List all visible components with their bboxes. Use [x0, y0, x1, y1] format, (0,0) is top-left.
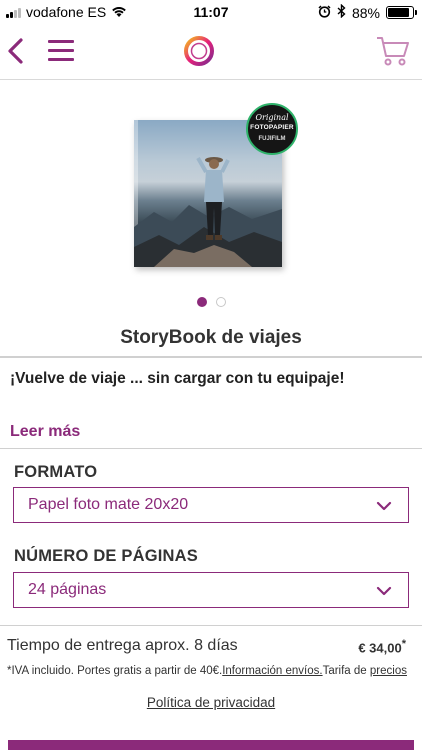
rate-text: Tarifa de	[322, 665, 370, 677]
pages-label: NÚMERO DE PÁGINAS	[14, 547, 198, 565]
chevron-left-icon[interactable]	[4, 36, 28, 66]
status-bar: vodafone ES 11:07 88%	[0, 0, 422, 24]
alarm-icon	[318, 4, 331, 21]
hamburger-menu-icon[interactable]	[48, 40, 74, 62]
chevron-down-icon	[376, 584, 392, 596]
prices-link[interactable]: precios	[370, 665, 407, 677]
badge-line-3: FUJIFILM	[258, 136, 286, 142]
badge-line-2: FOTOPAPIER	[250, 124, 294, 131]
badge-line-1: Original	[255, 113, 289, 122]
price-footnote-mark: *	[401, 638, 406, 650]
product-tagline: ¡Vuelve de viaje ... sin cargar con tu e…	[10, 370, 345, 387]
vat-note: *IVA incluido. Portes gratis a partir de…	[7, 665, 407, 677]
delivery-time: Tiempo de entrega aprox. 8 días	[7, 637, 238, 654]
brand-logo-icon[interactable]	[183, 35, 215, 67]
divider	[0, 625, 422, 626]
hiker-figure	[196, 157, 230, 240]
add-to-cart-button[interactable]	[8, 740, 414, 750]
vat-text: *IVA incluido. Portes gratis a partir de…	[7, 665, 223, 677]
product-title: StoryBook de viajes	[120, 327, 302, 348]
read-more-link[interactable]: Leer más	[10, 423, 80, 441]
bluetooth-icon	[337, 3, 346, 21]
divider	[0, 448, 422, 449]
format-select-value: Papel foto mate 20x20	[28, 496, 189, 513]
battery-icon	[386, 6, 417, 19]
carousel-dots	[0, 297, 422, 307]
divider	[0, 356, 422, 358]
navigation-bar	[0, 24, 422, 80]
pages-select-value: 24 páginas	[28, 581, 107, 598]
carousel-dot-1[interactable]	[196, 297, 207, 307]
shipping-info-link[interactable]: Información envíos.	[222, 665, 322, 677]
price: € 34,00*	[358, 638, 406, 655]
format-label: FORMATO	[14, 463, 98, 481]
product-image-carousel[interactable]: Original FOTOPAPIER FUJIFILM	[134, 103, 298, 267]
battery-percent: 88%	[351, 4, 380, 21]
status-right: 88%	[318, 3, 417, 21]
fujifilm-original-badge: Original FOTOPAPIER FUJIFILM	[246, 103, 298, 155]
shopping-cart-icon[interactable]	[376, 34, 410, 68]
privacy-policy-link[interactable]: Política de privacidad	[0, 695, 422, 710]
carousel-dot-2[interactable]	[215, 297, 226, 307]
battery-level	[388, 8, 410, 17]
chevron-down-icon	[376, 499, 392, 511]
pages-select[interactable]: 24 páginas	[13, 572, 409, 608]
format-select[interactable]: Papel foto mate 20x20	[13, 487, 409, 523]
price-value: € 34,00	[358, 640, 402, 656]
